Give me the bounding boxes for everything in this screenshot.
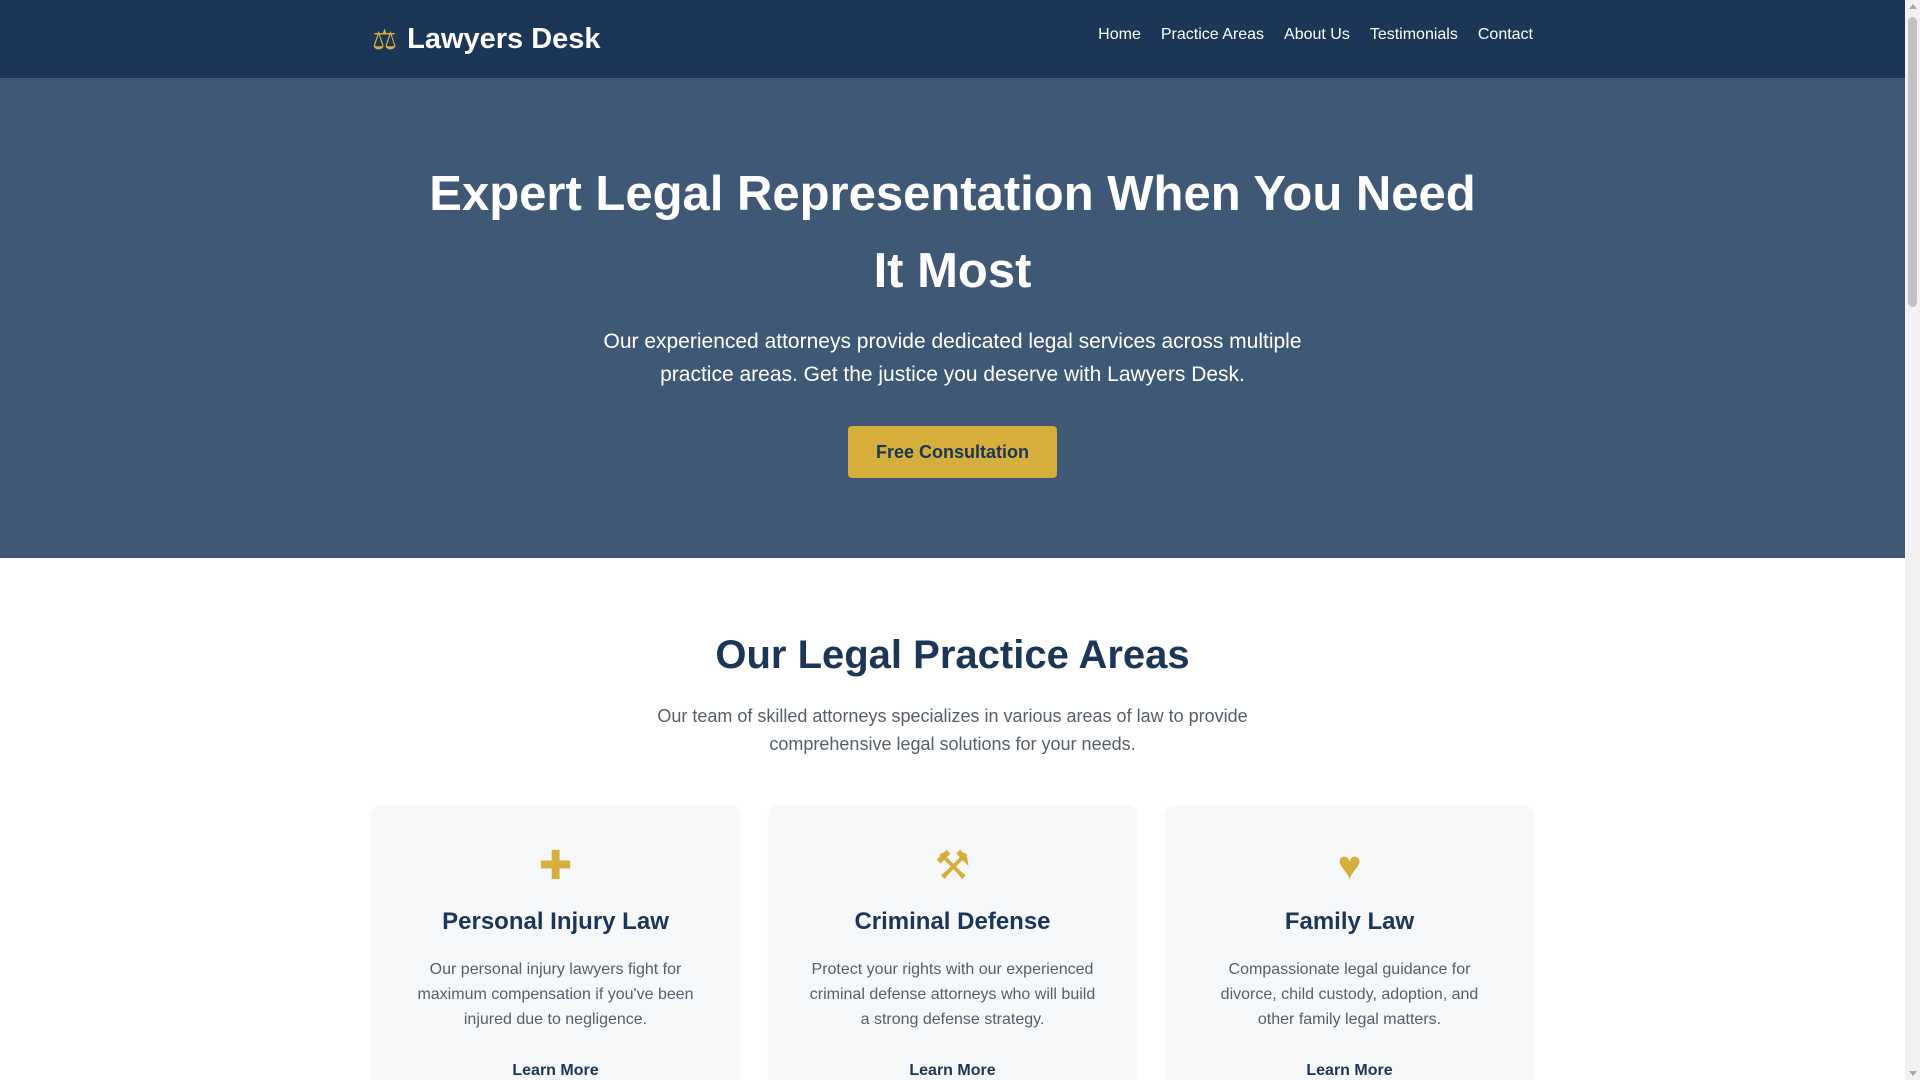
practice-areas-subtitle: Our team of skilled attorneys specialize… [657, 706, 1248, 754]
nav-link-home[interactable]: Home [1098, 26, 1141, 44]
page: ⚖ Lawyers Desk Home Practice Areas About… [0, 0, 1905, 1080]
family-icon: ♥ [1337, 844, 1362, 888]
vertical-scrollbar[interactable] [1905, 0, 1920, 1080]
nav-link-about-us[interactable]: About Us [1284, 26, 1350, 44]
card-description: Our personal injury lawyers fight for ma… [417, 961, 694, 1028]
card-title: Criminal Defense [854, 908, 1051, 935]
nav-link-practice-areas[interactable]: Practice Areas [1161, 26, 1264, 44]
balance-scale-icon: ⚖ [372, 24, 398, 55]
free-consultation-button[interactable]: Free Consultation [848, 426, 1057, 478]
card-description: Protect your rights with our experienced… [809, 961, 1096, 1028]
nav-link-testimonials[interactable]: Testimonials [1370, 26, 1458, 44]
card-title: Personal Injury Law [442, 908, 669, 935]
practice-areas-title: Our Legal Practice Areas [715, 633, 1190, 677]
nav-link-contact[interactable]: Contact [1478, 26, 1533, 44]
scrollbar-thumb[interactable] [1908, 17, 1917, 307]
hero-section: Expert Legal Representation When You Nee… [0, 78, 1905, 558]
practice-card-criminal-defense: ⚒ Criminal Defense Protect your rights w… [769, 806, 1136, 1080]
hero-title: Expert Legal Representation When You Nee… [429, 167, 1476, 298]
learn-more-link[interactable]: Learn More [769, 1061, 1136, 1080]
learn-more-link[interactable]: Learn More [1166, 1061, 1533, 1080]
practice-card-family-law: ♥ Family Law Compassionate legal guidanc… [1166, 806, 1533, 1080]
gavel-icon: ⚒ [934, 844, 971, 888]
scroll-up-arrow-icon[interactable] [1909, 4, 1917, 9]
learn-more-link[interactable]: Learn More [372, 1061, 739, 1080]
scroll-down-arrow-icon[interactable] [1909, 1071, 1917, 1076]
card-description: Compassionate legal guidance for divorce… [1220, 961, 1479, 1028]
logo-text: Lawyers Desk [407, 22, 601, 55]
practice-card-personal-injury: ✚ Personal Injury Law Our personal injur… [372, 806, 739, 1080]
card-title: Family Law [1284, 908, 1415, 935]
site-logo[interactable]: ⚖ Lawyers Desk [372, 18, 601, 60]
site-header: ⚖ Lawyers Desk Home Practice Areas About… [0, 0, 1905, 78]
hero-subtitle: Our experienced attorneys provide dedica… [603, 330, 1302, 386]
injury-icon: ✚ [538, 844, 573, 888]
main-nav: Home Practice Areas About Us Testimonial… [1098, 26, 1533, 44]
